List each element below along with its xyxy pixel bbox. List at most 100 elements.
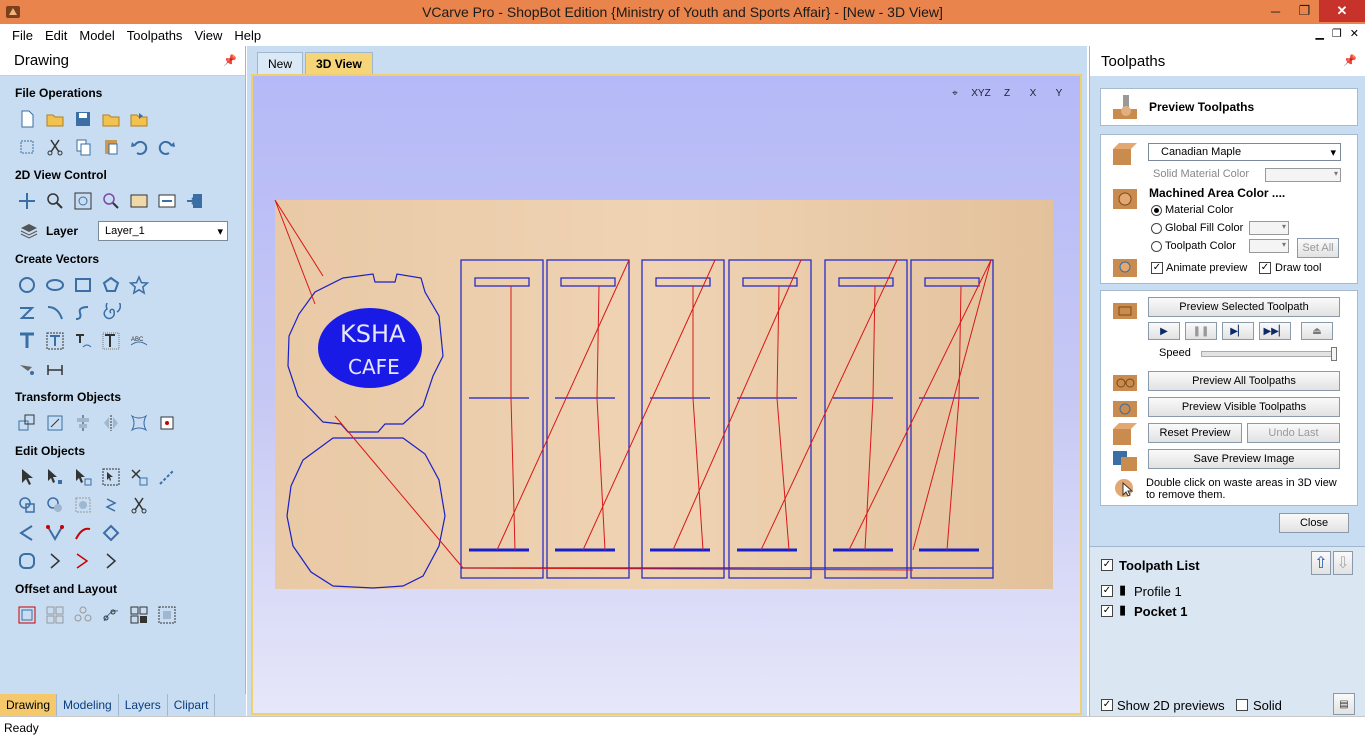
tab-modeling[interactable]: Modeling [57, 694, 119, 716]
deselect-icon[interactable] [128, 466, 150, 488]
redo-icon[interactable] [156, 136, 178, 158]
radio-global-fill-color[interactable] [1151, 223, 1162, 234]
tab-3d-view[interactable]: 3D View [305, 52, 373, 74]
array-copy-icon[interactable] [44, 604, 66, 626]
zoom-material-icon[interactable] [128, 190, 150, 212]
text-on-curve-icon[interactable] [72, 330, 94, 352]
pan-icon[interactable] [16, 190, 38, 212]
tab-drawing[interactable]: Drawing [0, 694, 58, 716]
nesting-icon[interactable] [128, 604, 150, 626]
preview-visible-toolpaths-button[interactable]: Preview Visible Toolpaths [1148, 397, 1340, 417]
move-icon[interactable] [16, 412, 38, 434]
material-dropdown[interactable]: Canadian Maple ▾ [1148, 143, 1341, 161]
tab-layers[interactable]: Layers [119, 694, 168, 716]
dogbone-icon[interactable] [44, 550, 66, 572]
open-file-icon[interactable] [44, 108, 66, 130]
cut-icon[interactable] [44, 136, 66, 158]
subtract-icon[interactable] [44, 494, 66, 516]
menu-view[interactable]: View [188, 28, 228, 43]
mirror-icon[interactable] [100, 412, 122, 434]
scissors-icon[interactable] [128, 494, 150, 516]
layer-dropdown[interactable]: Layer_1 ▾ [98, 221, 229, 241]
circular-copy-icon[interactable] [72, 604, 94, 626]
auto-layout-text-icon[interactable] [44, 330, 66, 352]
distort-icon[interactable] [128, 412, 150, 434]
solid-color-picker[interactable]: ▾ [1265, 168, 1341, 182]
pin-icon[interactable]: 📌 [1343, 54, 1357, 67]
menu-help[interactable]: Help [228, 28, 267, 43]
menu-toolpaths[interactable]: Toolpaths [121, 28, 189, 43]
measure-icon[interactable] [44, 358, 66, 380]
mdi-close-icon[interactable]: ✕ [1350, 27, 1359, 40]
undo-last-button[interactable]: Undo Last [1247, 423, 1340, 443]
trim-icon[interactable] [156, 466, 178, 488]
animate-preview-checkbox[interactable]: ✓ [1151, 262, 1163, 274]
minimize-button[interactable]: ─ [1261, 0, 1290, 22]
tab-new[interactable]: New [257, 52, 304, 74]
close-vectors-icon[interactable] [44, 522, 66, 544]
close-button[interactable]: ✕ [1319, 0, 1365, 22]
show-2d-previews-checkbox[interactable]: ✓ [1101, 699, 1113, 711]
menu-file[interactable]: File [6, 28, 39, 43]
speed-slider-thumb[interactable] [1331, 347, 1337, 361]
spiral-icon[interactable] [100, 302, 122, 324]
ellipse-icon[interactable] [44, 274, 66, 296]
set-all-button[interactable]: Set All [1297, 238, 1339, 258]
smooth-vectors-icon[interactable] [100, 522, 122, 544]
polyline-icon[interactable] [16, 302, 38, 324]
toolpath-summary-icon[interactable]: ▤ [1333, 693, 1355, 715]
break-vector-icon[interactable] [100, 550, 122, 572]
node-edit-icon[interactable] [44, 466, 66, 488]
preview-all-toolpaths-button[interactable]: Preview All Toolpaths [1148, 371, 1340, 391]
step-forward-button[interactable]: ▶▏ [1222, 322, 1254, 340]
undo-icon[interactable] [128, 136, 150, 158]
new-file-icon[interactable] [16, 108, 38, 130]
set-position-icon[interactable] [156, 412, 178, 434]
mdi-restore-icon[interactable]: ❐ [1332, 27, 1342, 40]
fillet-icon[interactable] [100, 494, 122, 516]
scale-icon[interactable] [44, 412, 66, 434]
paste-icon[interactable] [100, 136, 122, 158]
star-icon[interactable] [128, 274, 150, 296]
zoom-window-icon[interactable] [100, 190, 122, 212]
zoom-objects-icon[interactable] [156, 190, 178, 212]
offset-icon[interactable] [16, 604, 38, 626]
maximize-button[interactable]: ❐ [1290, 0, 1319, 22]
global-color-picker[interactable]: ▾ [1249, 221, 1289, 235]
draw-tool-checkbox[interactable]: ✓ [1259, 262, 1271, 274]
zoom-icon[interactable] [44, 190, 66, 212]
text-arc-icon[interactable]: ABC [128, 330, 150, 352]
reset-preview-button[interactable]: Reset Preview [1148, 423, 1242, 443]
extend-icon[interactable] [72, 550, 94, 572]
fast-forward-button[interactable]: ▶▶▏ [1259, 322, 1291, 340]
copy-icon[interactable] [72, 136, 94, 158]
text-tool-icon[interactable] [100, 330, 122, 352]
pin-icon[interactable]: 📌 [223, 54, 237, 67]
zoom-extents-icon[interactable] [72, 190, 94, 212]
play-button[interactable]: ▶ [1148, 322, 1180, 340]
preview-selected-toolpath-button[interactable]: Preview Selected Toolpath [1148, 297, 1340, 317]
layers-icon[interactable] [18, 220, 40, 242]
import-vectors-icon[interactable] [100, 108, 122, 130]
menu-model[interactable]: Model [73, 28, 120, 43]
move-down-icon[interactable]: ⇩ [1333, 551, 1353, 575]
pocket-1-checkbox[interactable]: ✓ [1101, 605, 1113, 617]
intersect-icon[interactable] [72, 494, 94, 516]
join-open-vectors-icon[interactable] [16, 522, 38, 544]
save-icon[interactable] [72, 108, 94, 130]
corner-radius-icon[interactable] [16, 550, 38, 572]
spline-icon[interactable] [72, 302, 94, 324]
curve-icon[interactable] [44, 302, 66, 324]
save-preview-image-button[interactable]: Save Preview Image [1148, 449, 1340, 469]
skip-to-end-button[interactable]: ⏏ [1301, 322, 1333, 340]
radio-toolpath-color[interactable] [1151, 241, 1162, 252]
import-bitmap-icon[interactable] [128, 108, 150, 130]
text-icon[interactable] [16, 330, 38, 352]
radio-material-color[interactable] [1151, 205, 1162, 216]
curve-fit-icon[interactable] [72, 522, 94, 544]
profile-1-checkbox[interactable]: ✓ [1101, 585, 1113, 597]
menu-edit[interactable]: Edit [39, 28, 73, 43]
select-icon[interactable] [16, 466, 38, 488]
speed-slider[interactable] [1201, 351, 1337, 357]
align-icon[interactable] [72, 412, 94, 434]
